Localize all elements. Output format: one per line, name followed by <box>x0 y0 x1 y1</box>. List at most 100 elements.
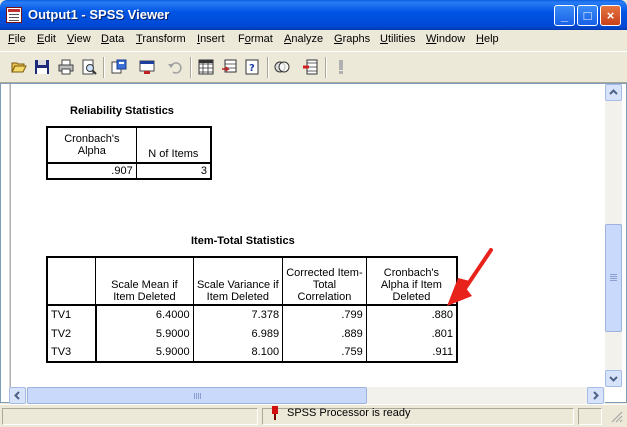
save-icon <box>35 60 49 74</box>
table-cell: 5.9000 <box>95 343 194 363</box>
undo-icon <box>168 62 182 74</box>
variables-button[interactable]: ? <box>241 56 264 78</box>
export-icon <box>111 59 127 74</box>
scroll-up-button[interactable] <box>605 84 622 101</box>
menu-file[interactable]: File <box>8 33 26 45</box>
table-cell: .889 <box>282 324 367 343</box>
svg-text:?: ? <box>249 63 255 74</box>
menu-utilities[interactable]: Utilities <box>380 33 415 45</box>
close-icon: × <box>606 8 615 23</box>
table-row: TV1 6.4000 7.378 .799 .880 <box>46 304 458 324</box>
outline-divider[interactable] <box>9 84 11 388</box>
table-cell: 3 <box>135 162 212 180</box>
open-icon <box>11 62 27 73</box>
horizontal-scroll-thumb[interactable] <box>27 387 367 404</box>
use-sets-button[interactable] <box>271 56 294 78</box>
table-cell: .880 <box>365 304 458 324</box>
column-header: Cronbach's Alpha if Item Deleted <box>365 256 458 306</box>
arrow-down-icon <box>609 376 618 382</box>
row-label: TV2 <box>46 324 97 343</box>
designate-window-icon <box>303 59 318 75</box>
status-pane <box>578 408 602 425</box>
export-button[interactable] <box>108 56 131 78</box>
toolbar-separator <box>103 57 105 78</box>
run-button[interactable] <box>330 56 353 78</box>
recall-dialog-button[interactable] <box>136 56 159 78</box>
save-button[interactable] <box>31 56 54 78</box>
title-bar[interactable]: Output1 - SPSS Viewer _ □ × <box>0 0 627 30</box>
close-button[interactable]: × <box>600 5 621 26</box>
toolbar-separator <box>190 57 192 78</box>
reliability-title: Reliability Statistics <box>70 105 174 117</box>
vertical-scrollbar[interactable] <box>605 84 622 387</box>
print-button[interactable] <box>55 56 78 78</box>
table-cell: .799 <box>282 304 367 324</box>
open-button[interactable] <box>8 56 31 78</box>
print-preview-button[interactable] <box>78 56 101 78</box>
recall-dialog-icon <box>139 60 155 74</box>
maximize-icon: □ <box>583 8 592 23</box>
table-cell: 7.378 <box>192 304 284 324</box>
table-row: TV3 5.9000 8.100 .759 .911 <box>46 343 458 363</box>
menu-window[interactable]: Window <box>426 33 465 45</box>
column-header: N of Items <box>135 126 212 164</box>
row-label: TV3 <box>46 343 97 363</box>
table-cell: 8.100 <box>192 343 284 363</box>
goto-case-button[interactable] <box>218 56 241 78</box>
item-total-table[interactable]: Scale Mean if Item Deleted Scale Varianc… <box>46 256 458 363</box>
resize-grip-icon[interactable] <box>609 409 623 423</box>
menu-help[interactable]: Help <box>476 33 499 45</box>
column-header: Corrected Item-Total Correlation <box>282 256 367 306</box>
table-row: TV2 5.9000 6.989 .889 .801 <box>46 324 458 343</box>
toolbar-separator <box>325 57 327 78</box>
designate-window-button[interactable] <box>299 56 322 78</box>
horizontal-scrollbar[interactable] <box>9 387 605 404</box>
arrow-right-icon <box>593 391 599 400</box>
item-total-title: Item-Total Statistics <box>191 235 295 247</box>
spss-viewer-icon[interactable] <box>6 7 22 23</box>
reliability-table[interactable]: Cronbach's Alpha N of Items .907 3 <box>46 126 212 180</box>
print-icon <box>58 59 74 75</box>
column-header <box>46 256 97 306</box>
menu-format[interactable]: Format <box>238 33 273 45</box>
scroll-left-button[interactable] <box>9 387 26 404</box>
table-cell: .907 <box>46 162 137 180</box>
vertical-scroll-thumb[interactable] <box>605 224 622 332</box>
menu-bar: File Edit View Data Transform Insert For… <box>0 30 627 50</box>
status-text: SPSS Processor is ready <box>287 407 411 419</box>
column-header: Cronbach's Alpha <box>46 126 137 164</box>
menu-insert[interactable]: Insert <box>197 33 225 45</box>
use-sets-icon <box>274 61 290 73</box>
menu-view[interactable]: View <box>67 33 91 45</box>
window-title: Output1 - SPSS Viewer <box>28 7 170 22</box>
column-header: Scale Variance if Item Deleted <box>192 256 284 306</box>
arrow-left-icon <box>14 391 20 400</box>
table-cell: 5.9000 <box>95 324 194 343</box>
minimize-button[interactable]: _ <box>554 5 575 26</box>
goto-data-button[interactable] <box>195 56 218 78</box>
menu-edit[interactable]: Edit <box>37 33 56 45</box>
table-cell: .801 <box>365 324 458 343</box>
table-cell: 6.989 <box>192 324 284 343</box>
print-preview-icon <box>82 59 97 75</box>
menu-data[interactable]: Data <box>101 33 124 45</box>
run-icon <box>339 60 343 74</box>
scroll-right-button[interactable] <box>587 387 604 404</box>
arrow-up-icon <box>609 89 618 95</box>
row-label: TV1 <box>46 304 97 324</box>
undo-button[interactable] <box>164 56 187 78</box>
status-pane <box>2 408 258 425</box>
toolbar: ? <box>0 51 627 83</box>
goto-data-icon <box>198 59 214 75</box>
column-header: Scale Mean if Item Deleted <box>95 256 194 306</box>
table-cell: .911 <box>365 343 458 363</box>
processor-status-icon <box>272 406 278 420</box>
menu-transform[interactable]: Transform <box>136 33 186 45</box>
scroll-down-button[interactable] <box>605 370 622 387</box>
toolbar-separator <box>267 57 269 78</box>
minimize-icon: _ <box>560 8 569 23</box>
maximize-button[interactable]: □ <box>577 5 598 26</box>
table-cell: 6.4000 <box>95 304 194 324</box>
menu-analyze[interactable]: Analyze <box>284 33 323 45</box>
menu-graphs[interactable]: Graphs <box>334 33 370 45</box>
